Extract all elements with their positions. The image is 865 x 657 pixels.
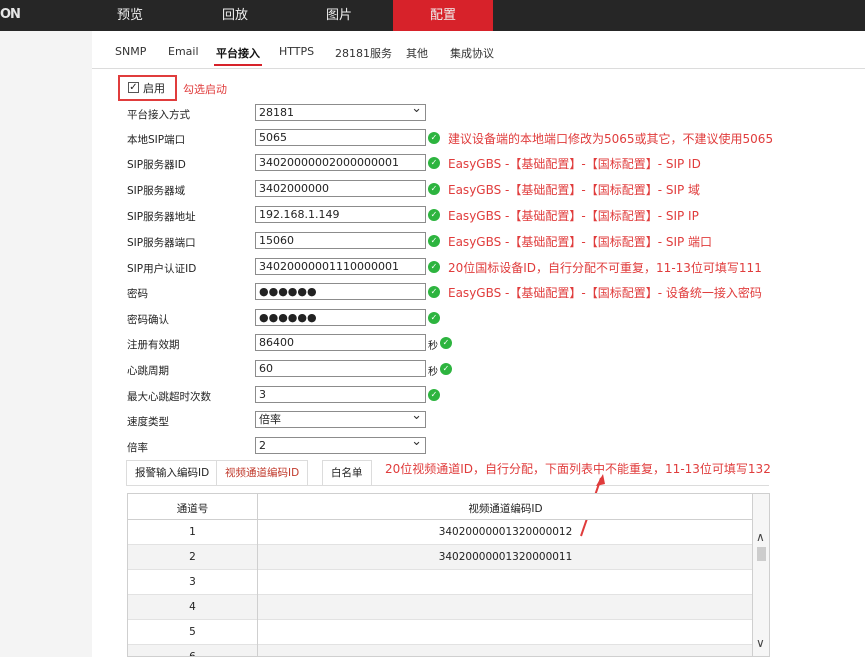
select-field[interactable]: 倍率 (255, 411, 426, 428)
table-row[interactable]: 3 (128, 570, 752, 595)
tab-video-channel-id[interactable]: 视频通道编码ID (216, 460, 309, 485)
text-field[interactable]: 3402000000 (255, 180, 426, 197)
header-channel-id: 视频通道编码ID (468, 503, 543, 515)
table-row[interactable]: 1 34020000001320000012 (128, 520, 752, 545)
field-label: 心跳周期 (127, 365, 169, 377)
field-annotation: EasyGBS -【基础配置】-【国标配置】- 设备统一接入密码 (448, 286, 762, 300)
tab-other[interactable]: 其他 (406, 45, 428, 61)
table-row[interactable]: 4 (128, 595, 752, 620)
cell-channel-no: 6 (189, 651, 196, 657)
tab-28181-service[interactable]: 28181服务 (335, 45, 392, 61)
enable-checkbox[interactable]: ✓ (128, 82, 139, 93)
scroll-down-icon[interactable]: ∨ (756, 636, 765, 650)
nav-preview[interactable]: 预览 (91, 0, 169, 31)
unit-label: 秒 (428, 367, 438, 378)
enable-label: 启用 (143, 82, 165, 95)
tab-integration-protocol[interactable]: 集成协议 (450, 45, 494, 61)
enable-annotation: 勾选启动 (183, 83, 227, 96)
password-field[interactable]: ●●●●●● (255, 309, 426, 326)
check-ok-icon: ✓ (428, 157, 440, 169)
field-label: SIP服务器端口 (127, 237, 196, 249)
table-row[interactable]: 5 (128, 620, 752, 645)
cell-channel-no: 1 (189, 526, 196, 538)
field-label: 注册有效期 (127, 339, 180, 351)
check-ok-icon: ✓ (428, 235, 440, 247)
header-channel-no: 通道号 (176, 503, 209, 515)
scroll-up-icon[interactable]: ∧ (756, 530, 765, 544)
field-label: SIP服务器域 (127, 185, 186, 197)
text-field[interactable]: 3 (255, 386, 426, 403)
password-field[interactable]: ●●●●●● (255, 283, 426, 300)
field-label: 平台接入方式 (127, 109, 190, 121)
brand-logo: ON (0, 7, 21, 22)
nav-config[interactable]: 配置 (393, 0, 493, 31)
field-annotation: 建议设备端的本地端口修改为5065或其它，不建议使用5065 (448, 132, 774, 146)
field-label: SIP用户认证ID (127, 263, 197, 275)
field-annotation: EasyGBS -【基础配置】-【国标配置】- SIP ID (448, 157, 701, 171)
check-ok-icon: ✓ (428, 312, 440, 324)
tab-whitelist[interactable]: 白名单 (322, 460, 372, 485)
nav-playback[interactable]: 回放 (196, 0, 274, 31)
check-ok-icon: ✓ (440, 363, 452, 375)
field-label: 本地SIP端口 (127, 134, 186, 146)
cell-channel-id[interactable]: 34020000001320000012 (257, 526, 752, 538)
table-header: 通道号 视频通道编码ID (128, 494, 752, 520)
field-label: 密码确认 (127, 314, 169, 326)
text-field[interactable]: 15060 (255, 232, 426, 249)
check-ok-icon: ✓ (428, 389, 440, 401)
check-ok-icon: ✓ (428, 132, 440, 144)
column-divider (257, 494, 258, 656)
tab-platform-access[interactable]: 平台接入 (214, 45, 262, 66)
sub-tabs: SNMP Email 平台接入 HTTPS 28181服务 其他 集成协议 (92, 31, 865, 69)
field-label: 速度类型 (127, 416, 169, 428)
tab-https[interactable]: HTTPS (279, 45, 314, 58)
cell-channel-no: 5 (189, 626, 196, 638)
left-sidebar (0, 31, 92, 657)
field-annotation: EasyGBS -【基础配置】-【国标配置】- SIP 端口 (448, 235, 713, 249)
scroll-thumb[interactable] (757, 547, 766, 561)
text-field[interactable]: 34020000002000000001 (255, 154, 426, 171)
table-scrollbar[interactable]: ∧ ∨ (753, 493, 770, 657)
text-field[interactable]: 5065 (255, 129, 426, 146)
top-nav-bar: ON 预览 回放 图片 配置 (0, 0, 865, 31)
tab-alarm-input-id[interactable]: 报警输入编码ID (126, 460, 219, 485)
cell-channel-no: 2 (189, 551, 196, 563)
field-label: 最大心跳超时次数 (127, 391, 211, 403)
select-field[interactable]: 28181 (255, 104, 426, 121)
cell-channel-no: 4 (189, 601, 196, 613)
nav-picture[interactable]: 图片 (300, 0, 378, 31)
field-annotation: 20位国标设备ID，自行分配不可重复，11-13位可填写111 (448, 261, 762, 275)
enable-highlight-box: ✓ 启用 (118, 75, 177, 101)
channel-id-table: 通道号 视频通道编码ID 1 34020000001320000012 2 34020… (127, 493, 753, 657)
field-label: SIP服务器ID (127, 159, 186, 171)
cell-channel-id[interactable]: 34020000001320000011 (257, 551, 752, 563)
select-field[interactable]: 2 (255, 437, 426, 454)
check-ok-icon: ✓ (428, 261, 440, 273)
check-ok-icon: ✓ (428, 209, 440, 221)
table-row[interactable]: 2 34020000001320000011 (128, 545, 752, 570)
table-row[interactable]: 6 (128, 645, 752, 657)
field-label: 倍率 (127, 442, 148, 454)
text-field[interactable]: 34020000001110000001 (255, 258, 426, 275)
unit-label: 秒 (428, 341, 438, 352)
field-label: 密码 (127, 288, 148, 300)
check-ok-icon: ✓ (428, 286, 440, 298)
tab-snmp[interactable]: SNMP (115, 45, 146, 58)
check-ok-icon: ✓ (440, 337, 452, 349)
field-annotation: EasyGBS -【基础配置】-【国标配置】- SIP IP (448, 209, 699, 223)
cell-channel-no: 3 (189, 576, 196, 588)
field-annotation: EasyGBS -【基础配置】-【国标配置】- SIP 域 (448, 183, 701, 197)
text-field[interactable]: 86400 (255, 334, 426, 351)
field-label: SIP服务器地址 (127, 211, 196, 223)
tab-email[interactable]: Email (168, 45, 199, 58)
text-field[interactable]: 192.168.1.149 (255, 206, 426, 223)
text-field[interactable]: 60 (255, 360, 426, 377)
check-ok-icon: ✓ (428, 183, 440, 195)
